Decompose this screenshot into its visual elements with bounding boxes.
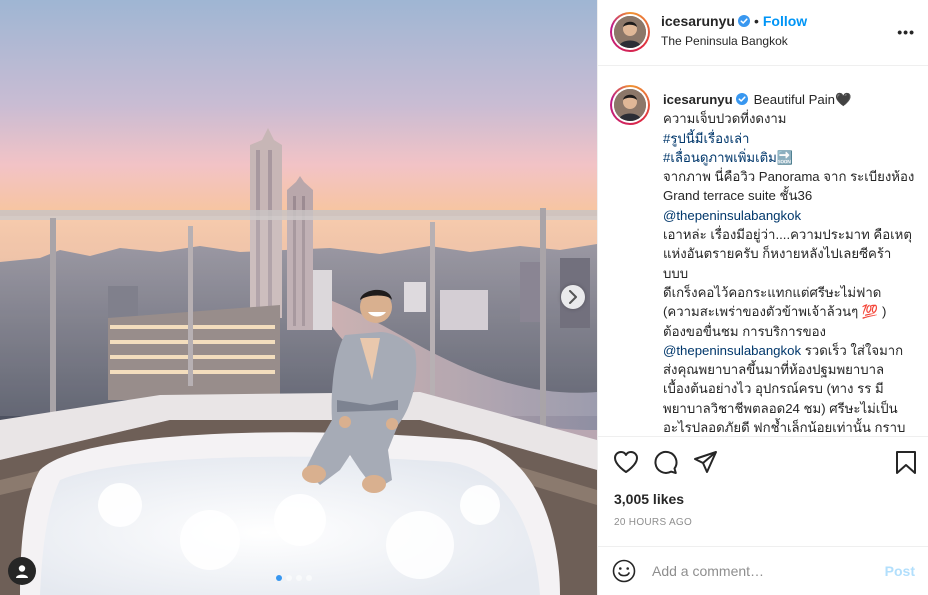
carousel-dot [306, 575, 312, 581]
carousel-indicator [276, 575, 312, 581]
profile-photo [614, 89, 646, 121]
caption-text: เบื้องต้นอย่างไว อุปกรณ์ครบ (ทาง รร มี [663, 381, 884, 397]
dot-separator: • [753, 13, 759, 29]
profile-photo [614, 16, 646, 48]
caption-line: @thepeninsulabangkok [663, 206, 921, 225]
post-header: icesarunyu • Follow The Peninsula Bangkok … [598, 0, 928, 66]
instagram-post: icesarunyu • Follow The Peninsula Bangkok … [0, 0, 928, 595]
action-bar: 3,005 likes 20 HOURS AGO [598, 436, 928, 546]
comment-form: Post [598, 546, 928, 595]
caption-tag-link[interactable]: #รูปนี้มีเรื่องเล่า [663, 131, 749, 146]
location-link[interactable]: The Peninsula Bangkok [661, 34, 807, 48]
caption-line: เอาหล่ะ เรื่องมีอยู่ว่า....ความประมาท คื… [663, 225, 921, 244]
carousel-dot [286, 575, 292, 581]
caption-text: ส่งคุณพยาบาลขึ้นมาที่ห้องปฐมพยาบาล [663, 362, 885, 378]
caption-text: พยาบาลวิชาชีพตลอด24 ชม) ศรีษะไม่เป็น [663, 400, 898, 416]
verified-badge-icon [737, 15, 750, 27]
caption-tag-link[interactable]: @thepeninsulabangkok [663, 208, 801, 223]
post-timestamp[interactable]: 20 HOURS AGO [614, 517, 692, 528]
caption-line: ส่งคุณพยาบาลขึ้นมาที่ห้องปฐมพยาบาล [663, 360, 921, 379]
carousel-next-button[interactable] [561, 285, 585, 309]
chevron-right-icon [569, 290, 577, 304]
caption-line: #รูปนี้มีเรื่องเล่า [663, 129, 921, 148]
caption-line: ต้องขอขื่นชม การบริการของ [663, 322, 921, 341]
photo-scene [0, 0, 597, 595]
username-link[interactable]: icesarunyu [661, 13, 735, 29]
bookmark-icon[interactable] [895, 450, 917, 475]
likes-count[interactable]: 3,005 likes [614, 491, 684, 507]
more-options-button[interactable]: ••• [897, 24, 915, 40]
share-icon[interactable] [693, 450, 718, 474]
caption-text: แห่งอันตรายครับ ก็หงายหลังไปเลยซีคร้า [663, 246, 892, 262]
caption-line: (ความสะเพร่าของตัวข้าพเจ้าล้วนๆ 💯 ) [663, 302, 921, 321]
caption-line: #เลื่อนดูภาพเพิ่มเติม🔜 [663, 148, 921, 167]
caption-text: รวดเร็ว ใส่ใจมาก [801, 342, 904, 358]
caption-line: เบื้องต้นอย่างไว อุปกรณ์ครบ (ทาง รร มี [663, 379, 921, 398]
comment-icon[interactable] [653, 450, 678, 475]
caption-line: icesarunyu Beautiful Pain🖤 [663, 90, 921, 109]
caption-username-link[interactable]: icesarunyu [663, 92, 733, 107]
caption-text: ความเจ็บปวดที่งดงาม [663, 111, 787, 127]
caption-text: Beautiful Pain🖤 [753, 92, 852, 107]
caption-line: Grand terrace suite ชั้น36 [663, 186, 921, 205]
heart-icon[interactable] [613, 450, 639, 474]
caption-text: 🔜 [776, 149, 794, 165]
avatar-image [614, 16, 646, 48]
caption-tag-link[interactable]: #เลื่อนดูภาพเพิ่มเติม [663, 150, 777, 165]
verified-badge-icon [735, 93, 748, 105]
comment-input[interactable] [652, 561, 872, 581]
emoji-icon[interactable] [612, 559, 636, 583]
post-photo[interactable] [0, 0, 597, 595]
caption-text: บบบ [663, 265, 689, 281]
caption-avatar[interactable] [610, 85, 650, 125]
caption-line: บบบ [663, 264, 921, 283]
post-panel: icesarunyu • Follow The Peninsula Bangkok … [597, 0, 928, 595]
caption-line: แห่งอันตรายครับ ก็หงายหลังไปเลยซีคร้า [663, 244, 921, 263]
caption-text: ดีเกร็งคอไว้คอกระแทกแต่ศรีษะไม่ฟาด [663, 284, 882, 300]
tagged-users-button[interactable] [8, 557, 36, 585]
caption-line: อะไรปลอดภัยดี ฟกช้ำเล็กน้อยเท่านั้น กราบ [663, 418, 921, 435]
caption-text: ต้องขอขื่นชม การบริการของ [663, 323, 826, 339]
carousel-dot [296, 575, 302, 581]
caption-line: จากภาพ นี่คือวิว Panorama จาก ระเบียงห้อ… [663, 167, 921, 186]
user-icon [16, 565, 28, 578]
caption-line: @thepeninsulabangkok รวดเร็ว ใส่ใจมาก [663, 341, 921, 360]
caption-text: อะไรปลอดภัยดี ฟกช้ำเล็กน้อยเท่านั้น กราบ [663, 420, 906, 435]
carousel-dot [276, 575, 282, 581]
follow-button[interactable]: Follow [763, 13, 807, 29]
comments-section: icesarunyu Beautiful Pain🖤 ความเจ็บปวดที่ง… [598, 67, 928, 435]
avatar-image [614, 89, 646, 121]
caption-text: จากภาพ นี่คือวิว Panorama จาก ระเบียงห้อ… [663, 169, 915, 185]
caption-tag-link[interactable]: @thepeninsulabangkok [663, 343, 801, 358]
header-text: icesarunyu • Follow The Peninsula Bangkok [661, 13, 807, 48]
caption-line: ดีเกร็งคอไว้คอกระแทกแต่ศรีษะไม่ฟาด [663, 283, 921, 302]
post-comment-button[interactable]: Post [885, 563, 915, 579]
caption-line: พยาบาลวิชาชีพตลอด24 ชม) ศรีษะไม่เป็น [663, 399, 921, 418]
caption-line: ความเจ็บปวดที่งดงาม [663, 109, 921, 128]
caption-text: เอาหล่ะ เรื่องมีอยู่ว่า....ความประมาท คื… [663, 227, 912, 243]
caption-text: Grand terrace suite ชั้น36 [663, 188, 813, 204]
avatar[interactable] [610, 12, 650, 52]
post-caption: icesarunyu Beautiful Pain🖤 ความเจ็บปวดที่ง… [663, 90, 921, 435]
caption-text: (ความสะเพร่าของตัวข้าพเจ้าล้วนๆ 💯 ) [663, 304, 887, 320]
